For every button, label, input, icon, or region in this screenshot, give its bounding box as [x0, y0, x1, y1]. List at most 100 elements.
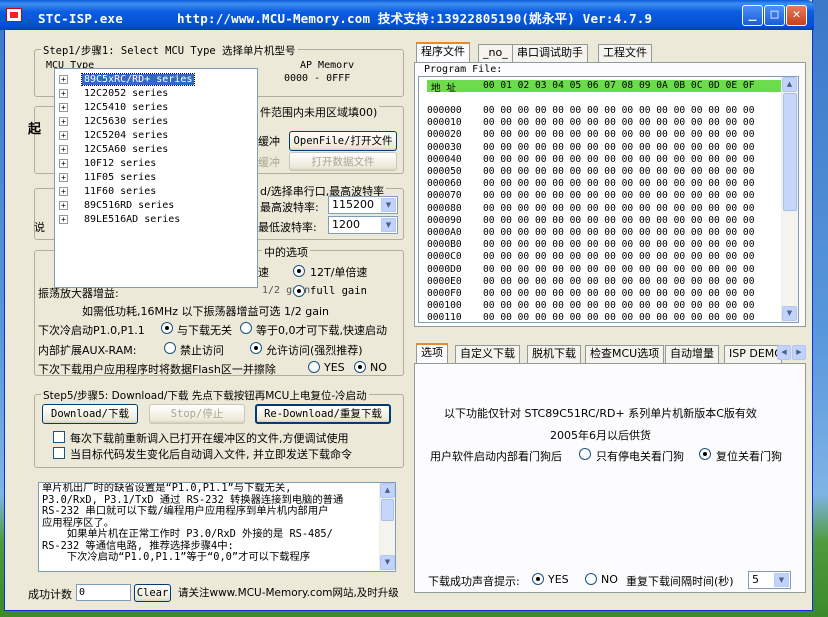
tab-scroll-right-icon[interactable]: ▶ — [792, 345, 806, 360]
download-button[interactable]: Download/下载 — [42, 404, 138, 424]
scroll-down-icon[interactable]: ▼ — [782, 306, 797, 321]
hex-row-address: 000020 — [427, 129, 462, 141]
scroll-down-icon[interactable]: ▼ — [380, 555, 395, 570]
tab-auto-increment[interactable]: 自动增量 — [665, 345, 719, 363]
radio-aux-deny[interactable] — [164, 342, 176, 354]
min-baud-select[interactable]: 1200 ▼ — [328, 216, 398, 234]
expand-icon[interactable]: + — [59, 186, 68, 196]
reload-checkbox[interactable] — [53, 431, 65, 443]
tree-item[interactable]: +89LE516AD series — [59, 214, 182, 227]
redownload-button[interactable]: Re-Download/重复下载 — [255, 404, 391, 424]
expand-icon[interactable]: + — [59, 130, 68, 140]
radio-flash-no[interactable] — [354, 361, 366, 373]
info-line: 下次冷启动“P1.0,P1.1”等于“0,0”才可以下载程序 — [42, 551, 311, 563]
expand-icon[interactable]: + — [59, 116, 68, 126]
radio-full-gain[interactable] — [293, 285, 305, 297]
interval-label: 重复下载间隔时间(秒) — [626, 575, 734, 588]
radio-watchdog-poweroff[interactable] — [579, 448, 591, 460]
min-baud-value: 1200 — [332, 218, 360, 231]
tree-item-label: 11F60 series — [84, 186, 157, 197]
auto-load-checkbox[interactable] — [53, 447, 65, 459]
info-scrollbar[interactable]: ▲ ▼ — [379, 483, 395, 571]
radio-p1-zero[interactable] — [240, 322, 252, 334]
open-file-button[interactable]: OpenFile/打开文件 — [289, 131, 397, 151]
scroll-up-icon[interactable]: ▲ — [380, 483, 395, 498]
hex-address-header: 地 址 — [431, 83, 456, 94]
mcu-type-tree[interactable]: +89C5xRC/RD+ series +12C2052 series +12C… — [54, 68, 258, 288]
scroll-thumb[interactable] — [783, 93, 797, 211]
radio-sound-no[interactable] — [585, 573, 597, 585]
tab-serial-assistant[interactable]: 串口调试助手 — [512, 44, 588, 62]
tab-program-file[interactable]: 程序文件 — [416, 42, 470, 62]
tree-item-label: 12C5A60 series — [84, 144, 169, 155]
options-note-line1: 以下功能仅针对 STC89C51RC/RD+ 系列单片机新版本C版有效 — [444, 407, 757, 420]
tab-custom-download[interactable]: 自定义下载 — [455, 345, 520, 363]
title-bar[interactable]: STC-ISP.exe http://www.MCU-Memory.com 技术… — [0, 0, 814, 30]
tab-check-mcu-options[interactable]: 检查MCU选项 — [585, 345, 665, 363]
hex-row-data: 00 00 00 00 00 00 00 00 00 00 00 00 00 0… — [483, 129, 755, 141]
scroll-thumb[interactable] — [381, 499, 394, 521]
tree-item-label: 12C2052 series — [84, 88, 169, 99]
info-textbox[interactable]: 单片机出厂时的缺省设置是“P1.0,P1.1”与下载无关, P3.0/RxD, … — [38, 482, 396, 572]
open-data-file-button[interactable]: 打开数据文件 — [289, 152, 397, 171]
clear-button[interactable]: Clear — [134, 584, 171, 602]
tree-item[interactable]: +12C5204 series — [59, 130, 170, 143]
close-button[interactable]: ✕ — [786, 5, 807, 26]
tree-item[interactable]: +12C5A60 series — [59, 144, 170, 157]
buffer-label-2: 缓冲 — [258, 156, 280, 169]
hex-scrollbar[interactable]: ▲ ▼ — [781, 77, 798, 322]
hex-row-address: 000010 — [427, 117, 462, 129]
hex-row-data: 00 00 00 00 00 00 00 00 00 00 00 00 00 0… — [483, 214, 755, 226]
tree-item[interactable]: +11F60 series — [59, 186, 158, 199]
minimize-button[interactable]: _ — [742, 5, 763, 26]
success-count-field[interactable]: 0 — [76, 584, 131, 601]
tree-item[interactable]: +89C516RD series — [59, 200, 176, 213]
info-line: 如果单片机在正常工作时 P3.0/RxD 外接的是 RS-485/ — [42, 528, 333, 540]
hex-view[interactable]: 地 址 00 01 02 03 04 05 06 07 08 09 0A 0B … — [418, 76, 799, 323]
expand-icon[interactable]: + — [59, 158, 68, 168]
tab-options[interactable]: 选项 — [416, 343, 448, 363]
tree-item[interactable]: +89C5xRC/RD+ series — [59, 73, 196, 87]
expand-icon[interactable]: + — [59, 214, 68, 224]
radio-watchdog-reset[interactable] — [699, 448, 711, 460]
tree-item[interactable]: +12C2052 series — [59, 88, 170, 101]
maximize-button[interactable]: □ — [764, 5, 785, 26]
tab-isp-demo[interactable]: ISP DEMO — [724, 345, 782, 363]
radio-12t[interactable] — [293, 265, 305, 277]
auto-load-checkbox-label: 当目标代码发生变化后自动调入文件, 并立即发送下载命令 — [70, 448, 352, 461]
p1-opt1-label: 与下载无关 — [177, 324, 232, 337]
expand-icon[interactable]: + — [59, 74, 68, 84]
expand-icon[interactable]: + — [59, 88, 68, 98]
tree-item[interactable]: +12C5630 series — [59, 116, 170, 129]
watchdog-opt1-label: 只有停电关看门狗 — [596, 450, 684, 463]
tree-item[interactable]: +11F05 series — [59, 172, 158, 185]
step3-left-fragment: 说 — [34, 221, 45, 234]
opt-full-gain-label: full gain — [310, 285, 367, 297]
radio-sound-yes[interactable] — [532, 573, 544, 585]
interval-select[interactable]: 5 ▼ — [748, 571, 791, 589]
stop-button[interactable]: Stop/停止 — [149, 404, 245, 424]
tab-scroll-left-icon[interactable]: ◀ — [777, 345, 791, 360]
expand-icon[interactable]: + — [59, 200, 68, 210]
expand-icon[interactable]: + — [59, 172, 68, 182]
tree-item[interactable]: +10F12 series — [59, 158, 158, 171]
tab-project-file[interactable]: 工程文件 — [598, 44, 652, 62]
radio-flash-yes[interactable] — [308, 361, 320, 373]
tree-item-label: 11F05 series — [84, 172, 157, 183]
window-title: STC-ISP.exe http://www.MCU-Memory.com 技术… — [38, 11, 653, 26]
tab-offline-download[interactable]: 脱机下载 — [527, 345, 581, 363]
hex-row-data: 00 00 00 00 00 00 00 00 00 00 00 00 00 0… — [483, 141, 755, 153]
flash-erase-label: 下次下载用户应用程序时将数据Flash区一并擦除 — [38, 363, 276, 376]
max-baud-select[interactable]: 115200 ▼ — [328, 196, 398, 214]
hex-row-address: 0000E0 — [427, 275, 462, 287]
radio-aux-allow[interactable] — [250, 342, 262, 354]
aux-opt1-label: 禁止访问 — [180, 344, 224, 357]
scroll-up-icon[interactable]: ▲ — [782, 77, 797, 92]
expand-icon[interactable]: + — [59, 144, 68, 154]
tab-no[interactable]: _no_ — [478, 44, 513, 62]
hex-row-data: 00 00 00 00 00 00 00 00 00 00 00 00 00 0… — [483, 227, 755, 238]
radio-p1-independent[interactable] — [161, 322, 173, 334]
low-power-note: 如需低功耗,16MHz 以下振荡器增益可选 1/2 gain — [82, 305, 329, 318]
expand-icon[interactable]: + — [59, 102, 68, 112]
tree-item[interactable]: +12C5410 series — [59, 102, 170, 115]
